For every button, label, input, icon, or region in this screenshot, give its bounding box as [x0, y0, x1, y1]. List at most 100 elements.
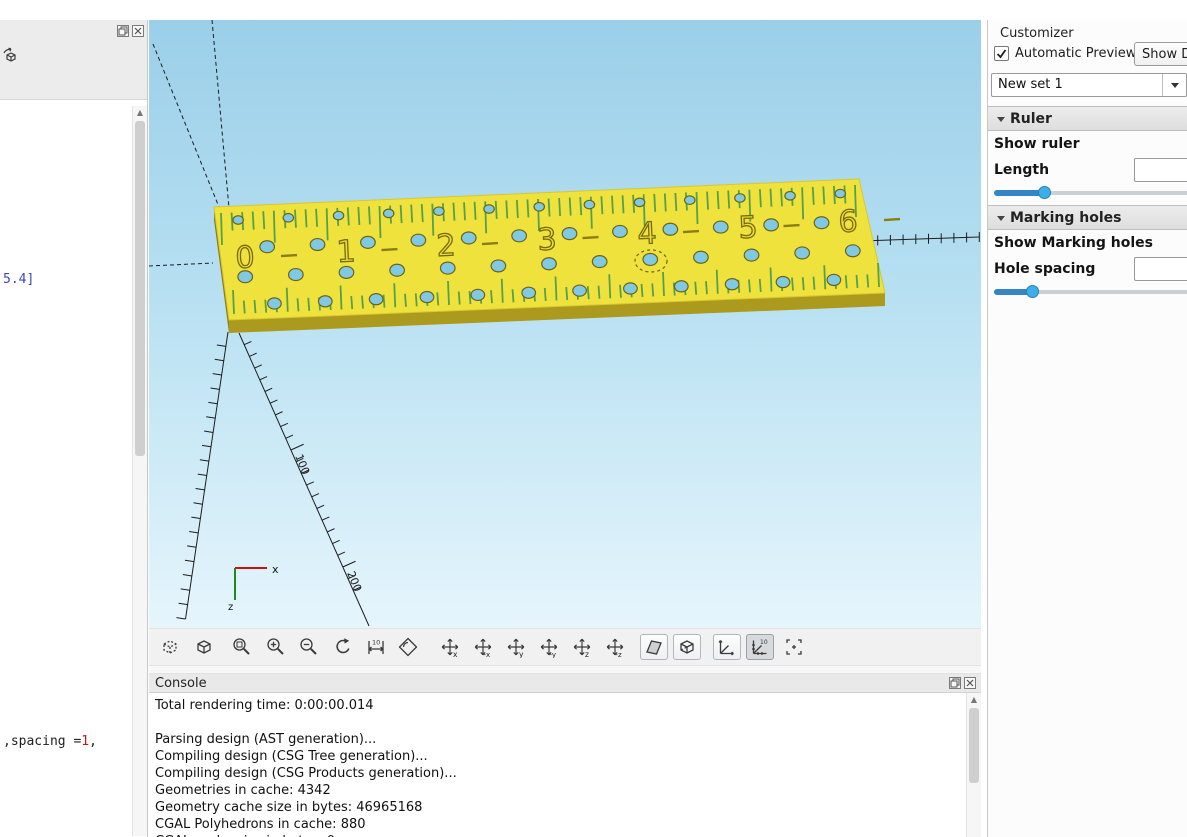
openscad-window: 5.4] ,spacing =1, ▲ 100 — [0, 0, 1187, 837]
show-scale-markers-button[interactable]: 10 — [746, 634, 774, 660]
hole-spacing-label: Hole spacing — [994, 261, 1095, 277]
axis-scale-right — [861, 232, 979, 246]
console-close-icon[interactable] — [964, 677, 976, 689]
console-line: CGAL cache size in bytes: 0 — [155, 833, 961, 837]
3d-viewport[interactable]: 100 200 0 1 2 3 4 5 — [149, 20, 981, 628]
view-minus-z-button[interactable]: -z — [603, 635, 627, 659]
zoom-out-button[interactable] — [297, 635, 321, 659]
zoom-fit-button[interactable] — [230, 635, 254, 659]
show-edges-button[interactable] — [673, 634, 701, 660]
code-editor[interactable]: 5.4] ,spacing =1, ▲ — [0, 100, 147, 836]
editor-render-icon[interactable] — [1, 47, 21, 71]
console-line: Geometries in cache: 4342 — [155, 782, 961, 799]
editor-scrollbar[interactable]: ▲ — [132, 106, 147, 836]
console-scrollbar[interactable]: ▲ — [966, 693, 981, 837]
marking-holes-section-title: Marking holes — [1010, 210, 1121, 226]
show-crosshairs-button[interactable] — [782, 635, 806, 659]
axis-tick-label: 100 — [292, 452, 312, 476]
show-details-button[interactable]: Show De — [1134, 42, 1187, 66]
show-ruler-label: Show ruler — [994, 136, 1080, 152]
code-token: ,spacing — [3, 734, 73, 749]
customizer-title: Customizer — [988, 20, 1187, 42]
section-expand-icon — [997, 216, 1005, 221]
axis-scale-left — [176, 332, 228, 619]
editor-pane: 5.4] ,spacing =1, ▲ — [0, 20, 148, 837]
measure-ten-label: 10 — [372, 639, 380, 647]
axis-button-label: y — [519, 650, 524, 658]
axis-tick-label: 200 — [344, 569, 364, 593]
automatic-preview-checkbox[interactable] — [994, 46, 1009, 61]
zoom-in-button[interactable] — [264, 635, 288, 659]
show-axes-button[interactable] — [713, 634, 741, 660]
console-output[interactable]: Total rendering time: 0:00:00.014 Parsin… — [149, 693, 981, 837]
center-pane: 100 200 0 1 2 3 4 5 — [149, 20, 982, 837]
gizmo-x-label: x — [272, 563, 279, 576]
editor-scrollbar-thumb[interactable] — [135, 121, 145, 456]
automatic-preview-row: Automatic Preview Show De — [988, 42, 1187, 68]
scrollbar-up-icon[interactable]: ▲ — [133, 106, 147, 119]
slider-handle[interactable] — [1038, 186, 1051, 199]
ruler-section-header[interactable]: Ruler — [988, 106, 1187, 131]
view-plus-z-button[interactable]: z — [570, 635, 594, 659]
perspective-button[interactable] — [192, 635, 216, 659]
length-slider[interactable] — [994, 185, 1187, 201]
ruler-number: 3 — [537, 222, 558, 258]
length-input[interactable] — [1134, 158, 1187, 182]
hole-spacing-input[interactable] — [1134, 257, 1187, 281]
scale-ten-label: 10 — [760, 639, 768, 646]
console-line: Geometry cache size in bytes: 46965168 — [155, 799, 961, 816]
view-all-button[interactable] — [158, 635, 182, 659]
console-title: Console — [155, 676, 207, 691]
slider-fill — [994, 190, 1044, 196]
ruler-number: 1 — [336, 234, 357, 270]
editor-close-icon[interactable] — [132, 25, 144, 37]
show-marking-holes-row[interactable]: Show Marking holes — [988, 230, 1187, 256]
editor-undock-icon[interactable] — [117, 25, 129, 37]
customizer-panel: Customizer Automatic Preview Show De New… — [987, 20, 1187, 837]
ruler-number: 5 — [738, 210, 759, 246]
console-line: Parsing design (AST generation)... — [155, 731, 961, 748]
axis-gizmo: x z — [228, 563, 279, 613]
view-minus-y-button[interactable]: -y — [537, 635, 561, 659]
axis-button-label: -x — [484, 651, 491, 658]
automatic-preview-label: Automatic Preview — [1015, 46, 1136, 61]
viewport-toolbar: 10 x -x — [149, 628, 981, 665]
hole-spacing-slider[interactable] — [994, 284, 1187, 300]
preset-select-arrow[interactable] — [1162, 74, 1186, 96]
console-line: Total rendering time: 0:00:00.014 — [155, 697, 961, 714]
show-ruler-row[interactable]: Show ruler — [988, 131, 1187, 157]
scrollbar-up-icon[interactable]: ▲ — [967, 693, 981, 706]
view-plus-y-button[interactable]: y — [504, 635, 528, 659]
slider-handle[interactable] — [1026, 285, 1039, 298]
console-line: Compiling design (CSG Tree generation)..… — [155, 748, 961, 765]
editor-toolbar — [0, 20, 147, 100]
console-header: Console — [149, 674, 981, 693]
ruler-number: 2 — [436, 228, 457, 264]
ruler-section-title: Ruler — [1010, 111, 1052, 127]
hole-spacing-row: Hole spacing — [988, 256, 1187, 284]
section-expand-icon — [997, 117, 1005, 122]
measure-distance-button[interactable]: 10 — [364, 635, 388, 659]
ruler-number: 4 — [637, 216, 658, 252]
show-marking-holes-label: Show Marking holes — [994, 235, 1153, 251]
console-line — [155, 714, 961, 731]
code-token: 1 — [81, 734, 89, 749]
console-splitter[interactable] — [149, 665, 981, 674]
preset-select[interactable]: New set 1 — [991, 73, 1187, 97]
ruler-model: 0 1 2 3 4 5 6 — [214, 179, 900, 333]
measure-angle-button[interactable] — [396, 635, 420, 659]
preset-select-value: New set 1 — [998, 77, 1063, 92]
console-line: CGAL Polyhedrons in cache: 880 — [155, 816, 961, 833]
length-label: Length — [994, 162, 1049, 178]
view-minus-x-button[interactable]: -x — [471, 635, 495, 659]
marking-holes-section-header[interactable]: Marking holes — [988, 205, 1187, 230]
console-scrollbar-thumb[interactable] — [969, 708, 979, 783]
console-undock-icon[interactable] — [949, 677, 961, 689]
axis-button-label: -y — [550, 651, 557, 658]
console-line: Compiling design (CSG Products generatio… — [155, 765, 961, 782]
code-line: ,spacing =1, — [3, 734, 97, 749]
axis-button-label: x — [453, 650, 458, 658]
show-surfaces-button[interactable] — [640, 634, 668, 660]
view-plus-x-button[interactable]: x — [438, 635, 462, 659]
reset-rotation-button[interactable] — [331, 635, 355, 659]
